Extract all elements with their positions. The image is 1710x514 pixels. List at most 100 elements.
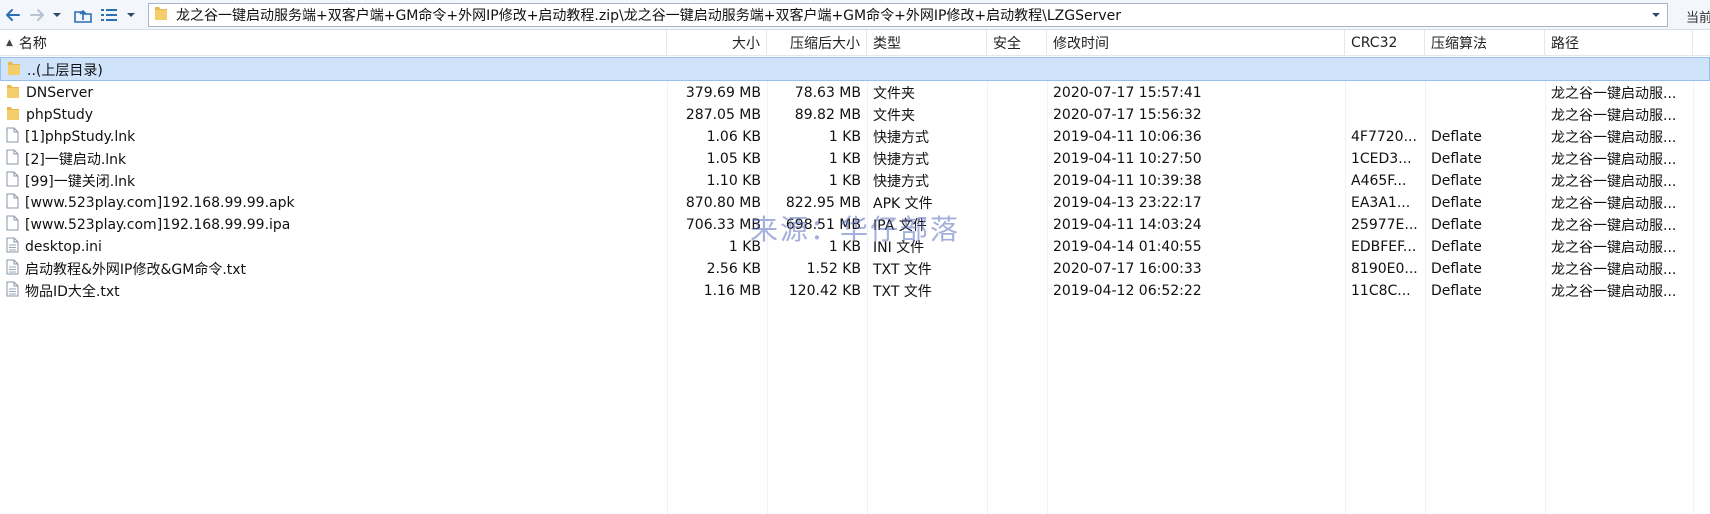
file-path: 龙之谷一键启动服... bbox=[1551, 218, 1677, 234]
text-file-icon bbox=[6, 281, 19, 301]
file-name: 物品ID大全.txt bbox=[25, 284, 120, 300]
file-modified: 2019-04-11 10:27:50 bbox=[1053, 151, 1202, 167]
parent-directory-row[interactable]: ..(上层目录) bbox=[0, 57, 1710, 81]
text-file-icon bbox=[6, 259, 19, 279]
folder-icon bbox=[154, 5, 168, 25]
file-packed-size: 1.52 KB bbox=[806, 261, 861, 277]
file-crc32: 4F7720... bbox=[1351, 129, 1417, 145]
current-label: 当前 bbox=[1686, 11, 1710, 26]
file-crc32: 11C8C... bbox=[1351, 283, 1411, 299]
watermark: 来源：华仔部落 bbox=[750, 213, 961, 246]
file-method: Deflate bbox=[1431, 239, 1482, 255]
header-name[interactable]: ▲ 名称 bbox=[0, 30, 667, 56]
text-file-icon bbox=[6, 237, 19, 257]
file-modified: 2019-04-11 10:39:38 bbox=[1053, 173, 1202, 189]
file-method: Deflate bbox=[1431, 173, 1482, 189]
table-row[interactable]: [1]phpStudy.lnk 1.06 KB 1 KB 快捷方式 2019-04-11… bbox=[0, 125, 1710, 149]
header-type[interactable]: 类型 bbox=[867, 30, 987, 56]
file-name: [www.523play.com]192.168.99.99.apk bbox=[25, 195, 295, 211]
file-icon bbox=[6, 171, 19, 191]
header-crc32[interactable]: CRC32 bbox=[1345, 30, 1425, 56]
folder-icon bbox=[6, 83, 20, 103]
header-packed-size[interactable]: 压缩后大小 bbox=[767, 30, 867, 56]
file-path: 龙之谷一键启动服... bbox=[1551, 240, 1677, 256]
file-type: 快捷方式 bbox=[873, 130, 929, 146]
file-type: TXT 文件 bbox=[873, 284, 932, 300]
forward-arrow-icon[interactable] bbox=[26, 3, 48, 27]
file-packed-size: 1 KB bbox=[828, 173, 861, 189]
file-path: 龙之谷一键启动服... bbox=[1551, 284, 1677, 300]
header-path[interactable]: 路径 bbox=[1545, 30, 1693, 56]
sort-up-icon: ▲ bbox=[6, 38, 13, 48]
file-size: 2.56 KB bbox=[706, 261, 761, 277]
file-icon bbox=[6, 149, 19, 169]
view-list-icon[interactable] bbox=[98, 3, 120, 27]
header-security[interactable]: 安全 bbox=[987, 30, 1047, 56]
file-path: 龙之谷一键启动服... bbox=[1551, 152, 1677, 168]
file-modified: 2020-07-17 15:56:32 bbox=[1053, 107, 1202, 123]
file-packed-size: 1 KB bbox=[828, 151, 861, 167]
file-path: 龙之谷一键启动服... bbox=[1551, 196, 1677, 212]
table-row[interactable]: 物品ID大全.txt 1.16 MB 120.42 KB TXT 文件 2019-04-… bbox=[0, 279, 1710, 303]
file-crc32: 1CED3... bbox=[1351, 151, 1412, 167]
file-modified: 2020-07-17 15:57:41 bbox=[1053, 85, 1202, 101]
file-name: phpStudy bbox=[26, 107, 94, 123]
address-path: 龙之谷一键启动服务端+双客户端+GM命令+外网IP修改+启动教程.zip\龙之谷… bbox=[176, 8, 1121, 24]
file-size: 379.69 MB bbox=[685, 85, 761, 101]
file-method: Deflate bbox=[1431, 129, 1482, 145]
file-size: 1.10 KB bbox=[706, 173, 761, 189]
file-name: [www.523play.com]192.168.99.99.ipa bbox=[25, 217, 291, 233]
file-path: 龙之谷一键启动服... bbox=[1551, 174, 1677, 190]
file-size: 1.16 MB bbox=[703, 283, 761, 299]
file-packed-size: 78.63 MB bbox=[794, 85, 861, 101]
file-crc32: 25977E... bbox=[1351, 217, 1418, 233]
file-icon bbox=[6, 193, 19, 213]
file-path: 龙之谷一键启动服... bbox=[1551, 262, 1677, 278]
up-folder-icon[interactable] bbox=[70, 3, 96, 27]
file-method: Deflate bbox=[1431, 283, 1482, 299]
address-dropdown-icon[interactable] bbox=[1645, 4, 1667, 26]
file-modified: 2020-07-17 16:00:33 bbox=[1053, 261, 1202, 277]
history-dropdown-icon[interactable] bbox=[50, 3, 64, 27]
file-path: 龙之谷一键启动服... bbox=[1551, 108, 1677, 124]
table-row[interactable]: phpStudy 287.05 MB 89.82 MB 文件夹 2020-07-17 1… bbox=[0, 103, 1710, 127]
parent-directory-label: ..(上层目录) bbox=[27, 63, 103, 79]
file-size: 1.06 KB bbox=[706, 129, 761, 145]
back-arrow-icon[interactable] bbox=[2, 3, 24, 27]
file-modified: 2019-04-13 23:22:17 bbox=[1053, 195, 1202, 211]
file-packed-size: 120.42 KB bbox=[788, 283, 861, 299]
file-modified: 2019-04-14 01:40:55 bbox=[1053, 239, 1202, 255]
file-packed-size: 89.82 MB bbox=[794, 107, 861, 123]
file-crc32: A465F... bbox=[1351, 173, 1407, 189]
header-size[interactable]: 大小 bbox=[667, 30, 767, 56]
view-dropdown-icon[interactable] bbox=[124, 3, 138, 27]
file-method: Deflate bbox=[1431, 151, 1482, 167]
file-modified: 2019-04-11 10:06:36 bbox=[1053, 129, 1202, 145]
table-row[interactable]: DNServer 379.69 MB 78.63 MB 文件夹 2020-07-17 1… bbox=[0, 81, 1710, 105]
table-row[interactable]: [2]一键启动.lnk 1.05 KB 1 KB 快捷方式 2019-04-11 10:… bbox=[0, 147, 1710, 171]
toolbar: 龙之谷一键启动服务端+双客户端+GM命令+外网IP修改+启动教程.zip\龙之谷… bbox=[0, 0, 1710, 30]
table-row[interactable]: 启动教程&外网IP修改&GM命令.txt 2.56 KB 1.52 KB TXT 文件… bbox=[0, 257, 1710, 281]
file-type: 快捷方式 bbox=[873, 152, 929, 168]
header-method[interactable]: 压缩算法 bbox=[1425, 30, 1545, 56]
file-crc32: 8190E0... bbox=[1351, 261, 1418, 277]
column-header: ▲ 名称 大小 压缩后大小 类型 安全 修改时间 CRC32 压缩算法 路径 bbox=[0, 30, 1710, 56]
file-type: 文件夹 bbox=[873, 108, 915, 124]
file-modified: 2019-04-12 06:52:22 bbox=[1053, 283, 1202, 299]
file-icon bbox=[6, 127, 19, 147]
file-name: desktop.ini bbox=[25, 239, 102, 255]
file-crc32: EDBFEF... bbox=[1351, 239, 1417, 255]
table-row[interactable]: [99]一键关闭.lnk 1.10 KB 1 KB 快捷方式 2019-04-11 10… bbox=[0, 169, 1710, 193]
address-bar[interactable]: 龙之谷一键启动服务端+双客户端+GM命令+外网IP修改+启动教程.zip\龙之谷… bbox=[148, 3, 1668, 27]
file-type: TXT 文件 bbox=[873, 262, 932, 278]
file-method: Deflate bbox=[1431, 217, 1482, 233]
file-type: 快捷方式 bbox=[873, 174, 929, 190]
header-modified[interactable]: 修改时间 bbox=[1047, 30, 1345, 56]
file-packed-size: 1 KB bbox=[828, 129, 861, 145]
folder-icon bbox=[6, 105, 20, 125]
file-modified: 2019-04-11 14:03:24 bbox=[1053, 217, 1202, 233]
file-name: [1]phpStudy.lnk bbox=[25, 129, 136, 145]
file-size: 1.05 KB bbox=[706, 151, 761, 167]
file-name: [99]一键关闭.lnk bbox=[25, 174, 136, 190]
folder-icon bbox=[7, 60, 21, 80]
